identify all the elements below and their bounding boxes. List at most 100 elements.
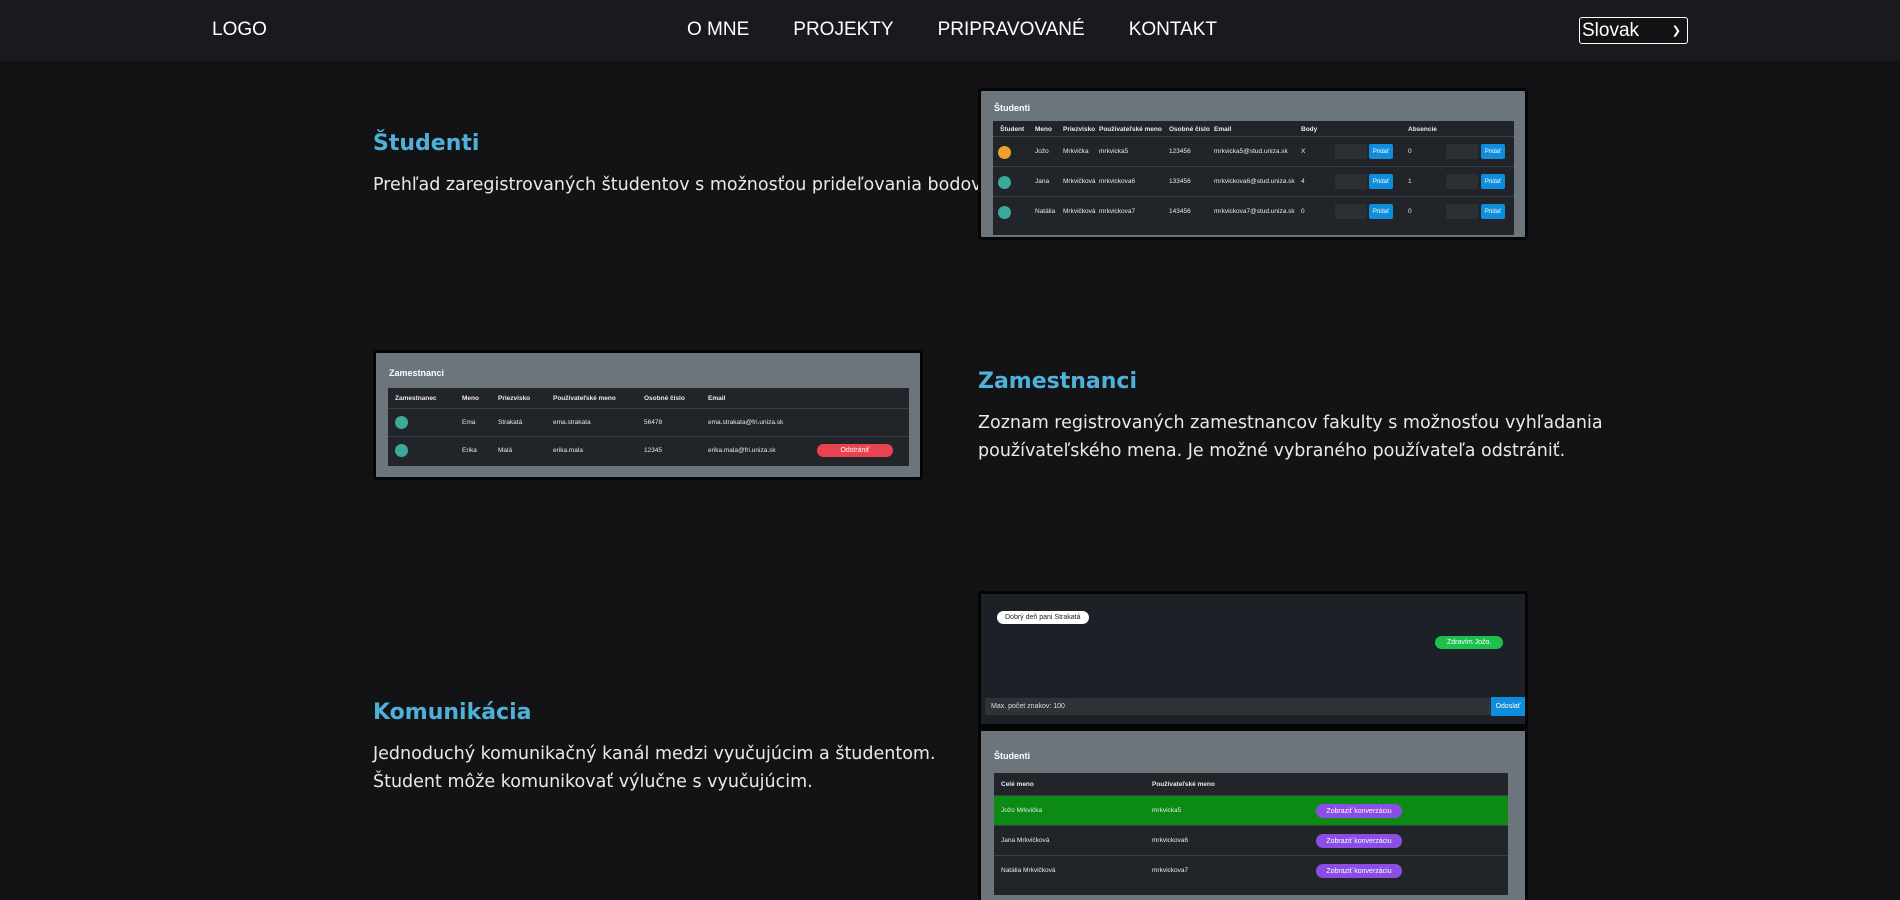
table-row: Ema Strakatá ema.strakata 56478 ema.stra… <box>388 409 909 437</box>
conversation-list-table: Celé meno Používateľské meno Jožo Mrkvič… <box>994 773 1508 895</box>
show-conversation-button[interactable]: Zobraziť konverzáciu <box>1316 804 1402 818</box>
column-header: Používateľské meno <box>553 395 616 402</box>
menu-item-projects[interactable]: PROJEKTY <box>793 19 893 41</box>
cell: 12345 <box>644 447 663 454</box>
remove-employee-button[interactable]: Odstrániť <box>817 444 893 457</box>
divider <box>981 724 1525 731</box>
menu-item-upcoming[interactable]: PRIPRAVOVANÉ <box>938 19 1085 41</box>
avatar <box>998 206 1011 219</box>
cell: 123456 <box>1169 148 1191 155</box>
column-header: Email <box>708 395 726 402</box>
add-points-button[interactable]: Pridať <box>1369 204 1393 219</box>
cell: ema.strakata <box>553 419 591 426</box>
column-header: Meno <box>1035 126 1052 133</box>
cell: mrkvicka5 <box>1099 148 1129 155</box>
screenshot-heading: Študenti <box>994 751 1030 761</box>
cell: 0 <box>1408 208 1412 215</box>
cell: 1 <box>1408 178 1412 185</box>
menu-item-contact[interactable]: KONTAKT <box>1129 19 1217 41</box>
column-header: Osobné číslo <box>644 395 685 402</box>
add-absence-button[interactable]: Pridať <box>1481 204 1505 219</box>
avatar <box>998 176 1011 189</box>
employees-title: Zamestnanci <box>978 369 1138 394</box>
cell: X <box>1301 148 1306 155</box>
send-button[interactable]: Odoslať <box>1491 697 1525 716</box>
logo[interactable]: LOGO <box>212 19 267 41</box>
language-select[interactable]: Slovak ❯ <box>1579 17 1688 44</box>
incoming-message: Dobrý deň pani Strakatá <box>997 611 1089 624</box>
points-input[interactable] <box>1335 204 1367 219</box>
column-header: Email <box>1214 126 1232 133</box>
cell: erika.mala <box>553 447 583 454</box>
show-conversation-button[interactable]: Zobraziť konverzáciu <box>1316 864 1402 878</box>
column-header: Celé meno <box>1001 781 1034 788</box>
column-header: Meno <box>462 395 479 402</box>
students-title: Študenti <box>373 131 480 156</box>
employees-description: Zoznam registrovaných zamestnancov fakul… <box>978 409 1603 465</box>
table-header: Celé meno Používateľské meno <box>994 773 1508 796</box>
add-absence-button[interactable]: Pridať <box>1481 144 1505 159</box>
cell: Natália <box>1035 208 1056 215</box>
table-row[interactable]: Jana Mrkvičková mrkvickova6 Zobraziť kon… <box>994 826 1508 856</box>
points-input[interactable] <box>1335 174 1367 189</box>
table-row: Jožo Mrkvička mrkvicka5 123456 mrkvicka5… <box>993 137 1514 167</box>
screenshot-heading: Študenti <box>994 103 1030 113</box>
top-navbar: LOGO O MNE PROJEKTY PRIPRAVOVANÉ KONTAKT… <box>0 0 1900 61</box>
add-absence-button[interactable]: Pridať <box>1481 174 1505 189</box>
add-points-button[interactable]: Pridať <box>1369 174 1393 189</box>
employees-description-line: používateľského mena. Je možné vybraného… <box>978 441 1566 461</box>
language-select-value: Slovak <box>1582 19 1640 41</box>
students-description: Prehľad zaregistrovaných študentov s mož… <box>373 175 986 195</box>
employees-table: Zamestnanec Meno Priezvisko Používateľsk… <box>388 388 909 466</box>
cell: 143456 <box>1169 208 1191 215</box>
table-row[interactable]: Jožo Mrkvička mrkvicka5 Zobraziť konverz… <box>994 796 1508 826</box>
column-header: Absencie <box>1408 126 1437 133</box>
chat-panel: Dobrý deň pani Strakatá Zdravím Jožo. Ma… <box>981 594 1525 724</box>
table-row[interactable]: Natália Mrkvičková mrkvickova7 Zobraziť … <box>994 856 1508 886</box>
avatar <box>395 416 408 429</box>
communication-description-line: Študent môže komunikovať výlučne s vyuču… <box>373 772 813 792</box>
cell: Jožo Mrkvička <box>1001 807 1043 814</box>
cell: 56478 <box>644 419 663 426</box>
cell: Mrkvičková <box>1063 178 1096 185</box>
table-row: Natália Mrkvičková mrkvickova7 143456 mr… <box>993 197 1514 227</box>
chevron-down-icon: ❯ <box>1671 25 1681 37</box>
column-header: Zamestnanec <box>395 395 437 402</box>
communication-title: Komunikácia <box>373 700 532 725</box>
cell: 0 <box>1301 208 1305 215</box>
avatar <box>998 146 1011 159</box>
cell: ema.strakata@fri.uniza.sk <box>708 419 784 426</box>
show-conversation-button[interactable]: Zobraziť konverzáciu <box>1316 834 1402 848</box>
absence-input[interactable] <box>1446 204 1478 219</box>
absence-input[interactable] <box>1446 144 1478 159</box>
column-header: Študent <box>1000 126 1025 133</box>
cell: Mrkvička <box>1063 148 1089 155</box>
employees-description-line: Zoznam registrovaných zamestnancov fakul… <box>978 413 1603 433</box>
points-input[interactable] <box>1335 144 1367 159</box>
cell: 133456 <box>1169 178 1191 185</box>
cell: mrkvicka5@stud.uniza.sk <box>1214 148 1288 155</box>
absence-input[interactable] <box>1446 174 1478 189</box>
cell: Jana <box>1035 178 1050 185</box>
cell: Strakatá <box>498 419 523 426</box>
message-input[interactable]: Max. počet znakov: 100 <box>985 698 1493 715</box>
column-header: Priezvisko <box>1063 126 1096 133</box>
column-header: Používateľské meno <box>1099 126 1162 133</box>
column-header: Používateľské meno <box>1152 781 1215 788</box>
table-row: Erika Malá erika.mala 12345 erika.mala@f… <box>388 437 909 465</box>
cell: Jožo <box>1035 148 1049 155</box>
cell: 0 <box>1408 148 1412 155</box>
cell: erika.mala@fri.uniza.sk <box>708 447 776 454</box>
add-points-button[interactable]: Pridať <box>1369 144 1393 159</box>
cell: mrkvickova7 <box>1099 208 1136 215</box>
table-header: Zamestnanec Meno Priezvisko Používateľsk… <box>388 388 909 409</box>
cell: mrkvickova7@stud.uniza.sk <box>1214 208 1295 215</box>
communication-screenshot: Dobrý deň pani Strakatá Zdravím Jožo. Ma… <box>978 591 1528 900</box>
column-header: Body <box>1301 126 1318 133</box>
outgoing-message: Zdravím Jožo. <box>1435 636 1504 649</box>
table-row: Jana Mrkvičková mrkvickova6 133456 mrkvi… <box>993 167 1514 197</box>
cell: mrkvickova6 <box>1099 178 1136 185</box>
menu-item-about[interactable]: O MNE <box>687 19 749 41</box>
column-header: Osobné číslo <box>1169 126 1210 133</box>
cell: Malá <box>498 447 513 454</box>
